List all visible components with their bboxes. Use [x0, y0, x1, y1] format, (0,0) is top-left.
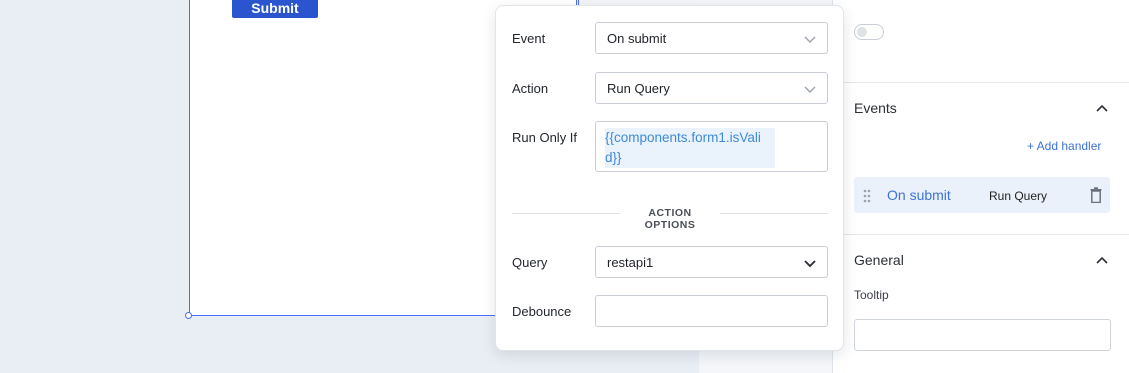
- action-select[interactable]: Run Query: [595, 72, 828, 104]
- chevron-up-icon[interactable]: [1095, 253, 1109, 267]
- action-select-value: Run Query: [607, 81, 670, 96]
- add-handler-link[interactable]: + Add handler: [1027, 139, 1101, 153]
- general-section-title: General: [854, 252, 904, 268]
- tooltip-label: Tooltip: [854, 288, 889, 302]
- run-only-if-input[interactable]: {{components.form1.isValid}}: [595, 121, 828, 172]
- options-divider-right: [720, 213, 828, 214]
- event-select-value: On submit: [607, 31, 667, 46]
- query-label: Query: [512, 255, 548, 270]
- debounce-input[interactable]: [595, 295, 828, 327]
- toggle-knob: [857, 27, 867, 37]
- resize-handle[interactable]: [185, 312, 192, 319]
- drag-handle-icon[interactable]: [863, 189, 871, 203]
- inspector-panel: Events + Add handler On submit Run Query…: [832, 0, 1129, 373]
- section-divider: [833, 82, 1129, 83]
- chevron-down-icon: [804, 260, 816, 268]
- options-divider-left: [512, 213, 620, 214]
- debounce-label: Debounce: [512, 304, 572, 319]
- chevron-up-icon[interactable]: [1095, 101, 1109, 115]
- run-only-if-value: {{components.form1.isValid}}: [605, 128, 775, 168]
- action-options-title: ACTION OPTIONS: [644, 207, 696, 231]
- event-handler-popover: Event On submit Action Run Query Run Onl…: [495, 5, 844, 351]
- chevron-down-icon: [804, 86, 816, 93]
- query-select[interactable]: restapi1: [595, 246, 828, 278]
- handler-action-label: Run Query: [989, 189, 1048, 203]
- events-section-title: Events: [854, 100, 897, 116]
- handler-event-label: On submit: [887, 187, 951, 203]
- run-only-if-label: Run Only If: [512, 130, 578, 145]
- trash-icon[interactable]: [1090, 187, 1102, 203]
- chevron-down-icon: [804, 36, 816, 43]
- submit-button[interactable]: Submit: [232, 0, 318, 18]
- event-handler-row[interactable]: On submit Run Query: [854, 177, 1110, 213]
- event-select[interactable]: On submit: [595, 22, 828, 54]
- action-label: Action: [512, 81, 549, 96]
- query-select-value: restapi1: [607, 255, 654, 270]
- section-divider: [833, 234, 1129, 235]
- event-label: Event: [512, 31, 546, 46]
- toggle-switch[interactable]: [854, 24, 884, 40]
- tooltip-input[interactable]: [854, 319, 1111, 351]
